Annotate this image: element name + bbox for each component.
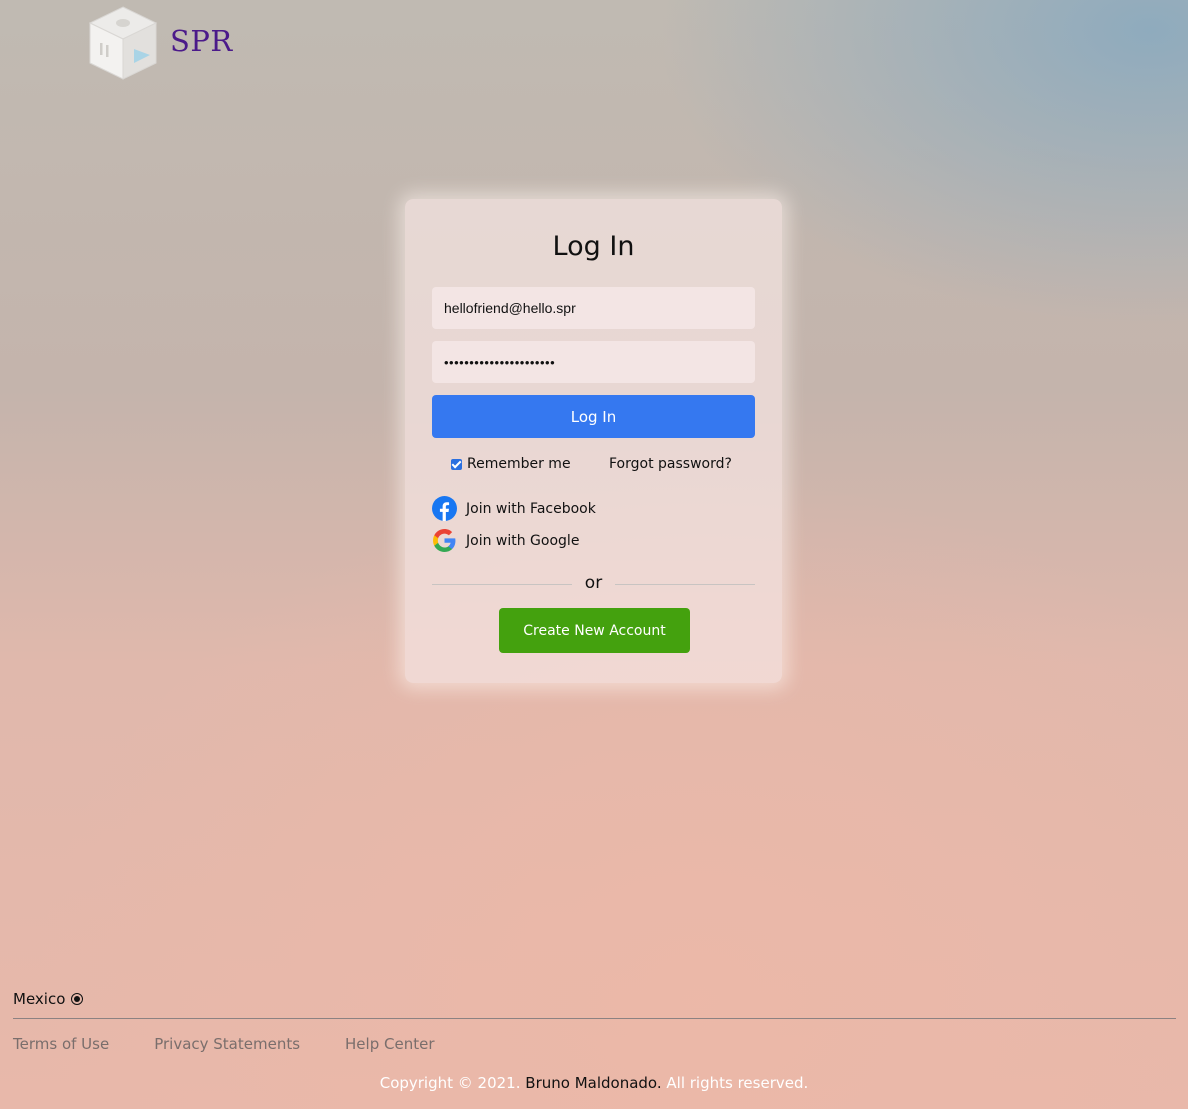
copyright-suffix: All rights reserved. [666, 1074, 809, 1092]
footer-link-help[interactable]: Help Center [345, 1035, 434, 1053]
cube-logo-icon [88, 6, 158, 80]
radio-dot-icon [71, 993, 84, 1005]
join-facebook-button[interactable]: Join with Facebook [432, 496, 596, 521]
country-label: Mexico [13, 990, 66, 1008]
footer-link-terms[interactable]: Terms of Use [13, 1035, 109, 1053]
forgot-password-link[interactable]: Forgot password? [609, 456, 732, 472]
password-field[interactable] [432, 341, 755, 383]
login-button[interactable]: Log In [432, 395, 755, 438]
create-account-button[interactable]: Create New Account [499, 608, 690, 653]
or-divider: or [432, 573, 755, 595]
copyright: Copyright © 2021. Bruno Maldonado. All r… [0, 1074, 1188, 1092]
footer-divider [13, 1018, 1176, 1019]
login-card: Log In Log In Remember me Forgot passwor… [405, 199, 782, 683]
google-icon [433, 529, 456, 552]
divider-text: or [584, 573, 603, 593]
brand-logo[interactable]: SPR [86, 5, 233, 81]
join-facebook-label: Join with Facebook [466, 500, 596, 517]
copyright-prefix: Copyright © 2021. [379, 1074, 521, 1092]
facebook-icon [432, 496, 457, 521]
email-field[interactable] [432, 287, 755, 329]
remember-me-label: Remember me [467, 456, 571, 472]
brand-name: SPR [170, 24, 233, 58]
join-google-label: Join with Google [466, 532, 580, 549]
login-title: Log In [552, 231, 635, 262]
footer-link-privacy[interactable]: Privacy Statements [154, 1035, 300, 1053]
remember-me-checkbox[interactable] [451, 458, 462, 470]
remember-me[interactable]: Remember me [451, 456, 571, 472]
copyright-author: Bruno Maldonado. [525, 1074, 662, 1092]
country-selector[interactable]: Mexico [13, 990, 84, 1008]
divider-line-right [615, 584, 755, 585]
join-google-button[interactable]: Join with Google [432, 528, 579, 553]
footer-links: Terms of Use Privacy Statements Help Cen… [13, 1035, 479, 1053]
